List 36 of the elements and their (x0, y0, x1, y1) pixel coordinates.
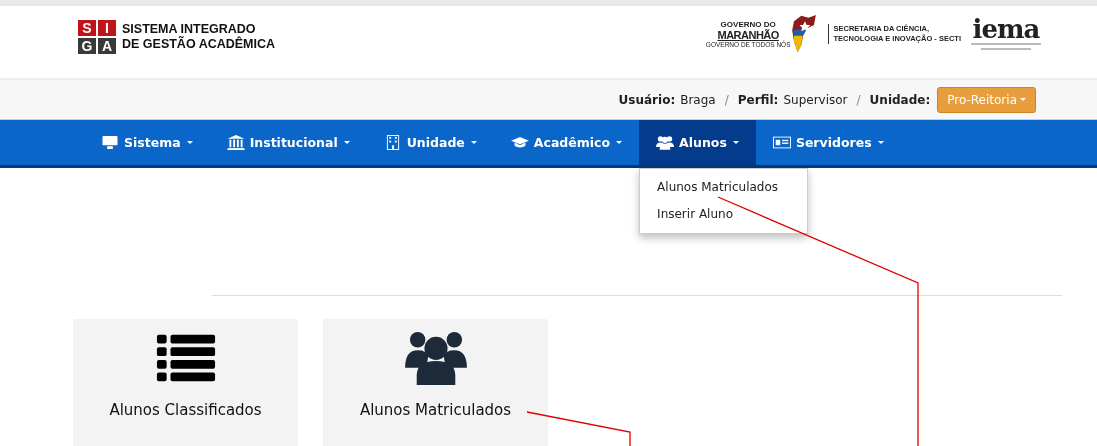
field-label: Perfil: (737, 92, 779, 107)
state-map-icon (790, 14, 819, 54)
logo-text: GOVERNO DO (720, 19, 776, 29)
dropdown-item[interactable]: Inserir Aluno (640, 201, 808, 228)
field-value: Braga (680, 92, 716, 107)
logo-letter: G (78, 38, 96, 54)
logo-letter: I (98, 20, 116, 36)
nav-menu-item[interactable]: Acadêmico (493, 120, 640, 165)
nav-menu-item[interactable]: Sistema (84, 120, 210, 165)
shortcut-card[interactable]: Alunos Classificados (73, 319, 298, 446)
users-icon (656, 135, 675, 150)
dropdown-item[interactable]: Alunos Matriculados (640, 174, 808, 201)
iema-logo: iema (972, 16, 1040, 42)
logo-subtitle-drawing (971, 42, 1041, 52)
field-label: Unidade: (869, 92, 931, 107)
field-label: Usuário: (618, 92, 676, 107)
nav-menu-item[interactable]: Unidade (366, 120, 494, 165)
id-card-icon (772, 135, 791, 150)
shortcut-card[interactable]: Alunos Matriculados (323, 319, 548, 446)
logo-text: MARANHÃO (717, 28, 779, 41)
system-name: DE GESTÃO ACADÊMICA (122, 37, 275, 52)
users-icon (404, 331, 467, 385)
card-label: Alunos Classificados (109, 401, 262, 419)
graduation-cap-icon (510, 135, 529, 150)
system-name: SISTEMA INTEGRADO (122, 22, 257, 36)
card-label: Alunos Matriculados (359, 401, 512, 419)
field-value: Supervisor (783, 92, 848, 107)
logo-letter: S (78, 20, 96, 36)
separator: / (724, 92, 729, 107)
separator: / (856, 92, 861, 107)
monitor-icon (101, 135, 119, 150)
nav-menu-item[interactable]: Institucional (209, 120, 367, 165)
logo-letter: A (98, 38, 116, 54)
bank-icon (226, 135, 245, 150)
nav-menu-item[interactable]: Servidores (755, 120, 901, 165)
nav-menu-item[interactable]: Alunos (639, 120, 756, 165)
